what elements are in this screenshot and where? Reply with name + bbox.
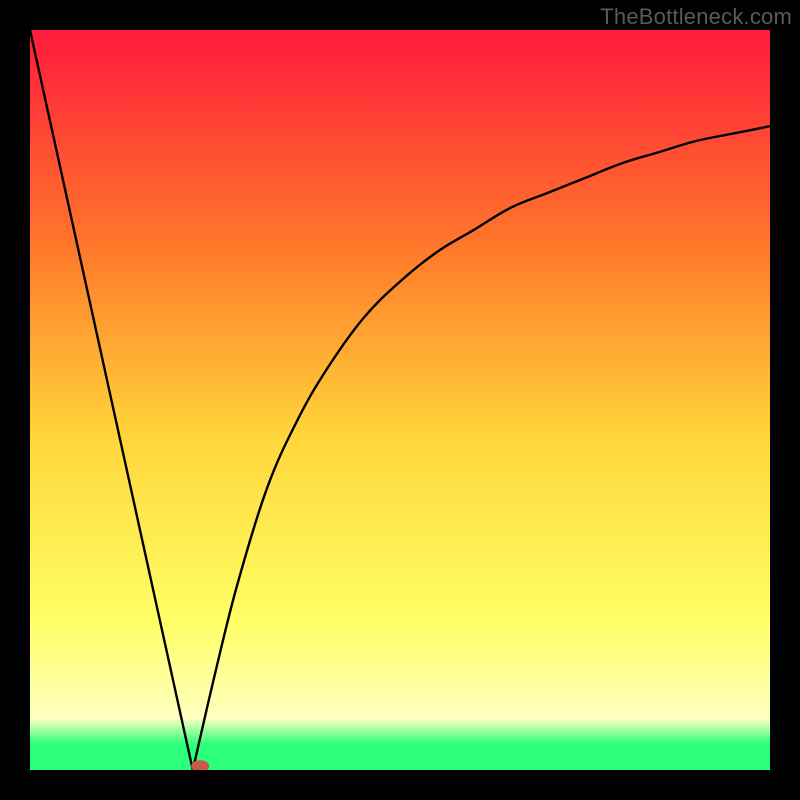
chart-frame: [30, 30, 770, 770]
gradient-background: [30, 30, 770, 770]
bottleneck-chart: [30, 30, 770, 770]
attribution-text: TheBottleneck.com: [600, 4, 792, 30]
